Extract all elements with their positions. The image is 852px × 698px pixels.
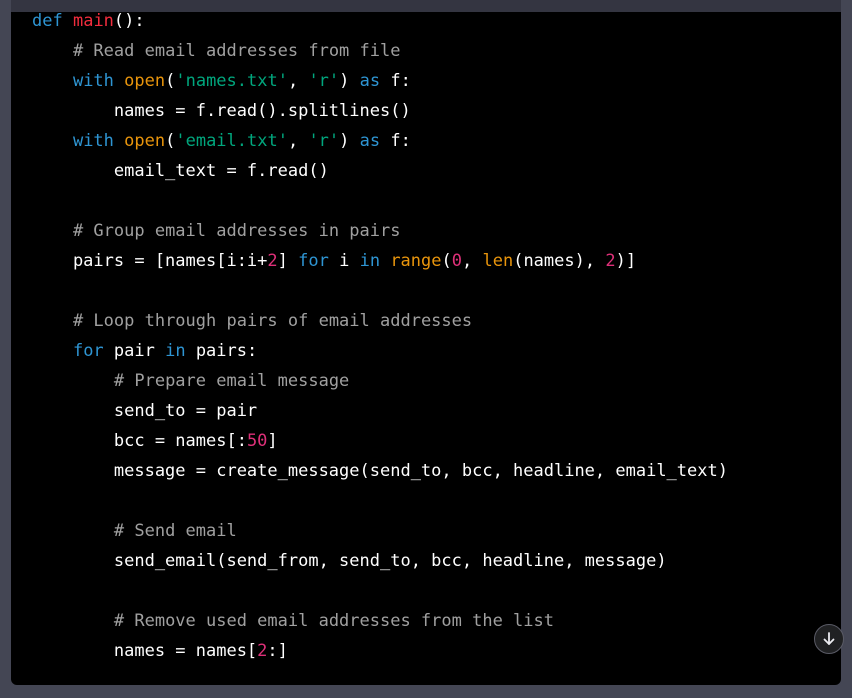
code-token: email_text = f.read() [32, 161, 329, 181]
code-token: pairs: [185, 341, 258, 361]
code-token: ] [277, 251, 299, 271]
code-token: , [287, 131, 309, 151]
code-token: # Send email [113, 521, 237, 541]
code-line: # Send email [32, 516, 728, 546]
code-token: , [287, 71, 309, 91]
scroll-to-bottom-button[interactable] [814, 624, 844, 654]
code-token: 'email.txt' [175, 131, 288, 151]
code-token: main [72, 12, 114, 31]
code-token: ( [441, 251, 452, 271]
code-token: as [359, 131, 381, 151]
code-token: f: [380, 131, 411, 151]
code-token: :] [267, 641, 288, 661]
code-line: names = f.read().splitlines() [32, 96, 728, 126]
code-line: message = create_message(send_to, bcc, h… [32, 456, 728, 486]
code-token: # Remove used email addresses from the l… [113, 611, 554, 631]
code-token: i [328, 251, 360, 271]
code-line: email_text = f.read() [32, 156, 728, 186]
code-token: open [124, 71, 166, 91]
code-line: # Loop through pairs of email addresses [32, 306, 728, 336]
code-token: ( [165, 131, 176, 151]
code-token: in [165, 341, 186, 361]
code-token: in [359, 251, 381, 271]
code-token: ] [267, 431, 278, 451]
code-token: send_email(send_from, send_to, bcc, head… [32, 551, 667, 571]
code-token: with [72, 131, 114, 151]
code-token: with [72, 71, 114, 91]
code-token: ) [339, 131, 360, 151]
window-top-edge [11, 0, 841, 12]
code-content: def main(): # Read email addresses from … [32, 12, 728, 666]
code-token: 'r' [308, 71, 340, 91]
code-token: names = names[ [32, 641, 258, 661]
code-line: bcc = names[:50] [32, 426, 728, 456]
code-token: ) [339, 71, 360, 91]
code-token: 2 [267, 251, 278, 271]
code-token: 'r' [308, 131, 340, 151]
code-token: 'names.txt' [175, 71, 288, 91]
code-token: )] [615, 251, 637, 271]
code-token: 50 [246, 431, 268, 451]
code-token: range [390, 251, 442, 271]
code-token: 2 [605, 251, 616, 271]
code-token: len [482, 251, 514, 271]
code-line: # Remove used email addresses from the l… [32, 606, 728, 636]
code-line: names = names[2:] [32, 636, 728, 666]
code-token: (names), [513, 251, 606, 271]
code-token: # Prepare email message [113, 371, 350, 391]
code-token: 0 [451, 251, 462, 271]
code-line: send_email(send_from, send_to, bcc, head… [32, 546, 728, 576]
code-token: def [32, 12, 63, 31]
code-token: open [124, 131, 166, 151]
code-token: # Read email addresses from file [72, 41, 401, 61]
code-line: pairs = [names[i:i+2] for i in range(0, … [32, 246, 728, 276]
code-token: bcc = names[: [32, 431, 247, 451]
code-line: with open('email.txt', 'r') as f: [32, 126, 728, 156]
code-token: 2 [257, 641, 268, 661]
code-token: # Group email addresses in pairs [72, 221, 401, 241]
code-token: f: [380, 71, 411, 91]
code-token: send_to = pair [32, 401, 258, 421]
code-line: # Prepare email message [32, 366, 728, 396]
code-token: # Loop through pairs of email addresses [72, 311, 473, 331]
code-token: as [359, 71, 381, 91]
code-token: (): [113, 12, 145, 31]
code-line: send_to = pair [32, 396, 728, 426]
code-token: pair [103, 341, 166, 361]
code-line: # Group email addresses in pairs [32, 216, 728, 246]
code-token: ( [165, 71, 176, 91]
code-token: for [72, 341, 104, 361]
arrow-down-icon [823, 632, 835, 645]
code-line: for pair in pairs: [32, 336, 728, 366]
code-block: def main(): # Read email addresses from … [11, 12, 841, 685]
code-line: def main(): [32, 12, 728, 36]
code-line: # Read email addresses from file [32, 36, 728, 66]
code-token: names = f.read().splitlines() [32, 101, 411, 121]
code-token: , [462, 251, 483, 271]
code-line: with open('names.txt', 'r') as f: [32, 66, 728, 96]
code-token: pairs = [names[i:i+ [32, 251, 268, 271]
code-token: for [298, 251, 329, 271]
code-token: message = create_message(send_to, bcc, h… [32, 461, 728, 481]
